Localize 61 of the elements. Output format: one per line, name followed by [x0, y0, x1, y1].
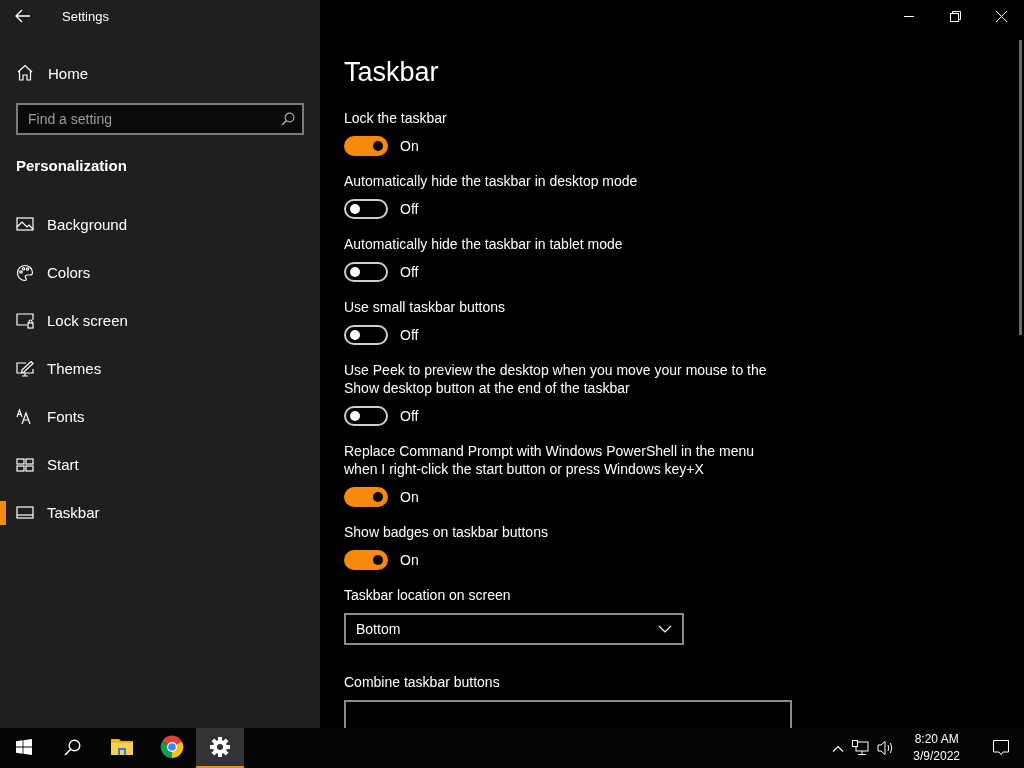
setting-label: Combine taskbar buttons: [344, 673, 501, 691]
tiles-icon: [16, 456, 34, 474]
network-icon[interactable]: [852, 740, 870, 756]
home-icon: [16, 64, 34, 82]
toggle-state-label: On: [400, 137, 419, 156]
toggle-switch[interactable]: [344, 550, 388, 570]
toggle-switch[interactable]: [344, 487, 388, 507]
nav-item[interactable]: Colors: [0, 249, 320, 297]
setting-label: Taskbar location on screen: [344, 586, 512, 604]
monitor-pen-icon: [16, 360, 34, 378]
toggle-switch[interactable]: [344, 406, 388, 426]
gear-icon: [210, 737, 230, 757]
restore-icon: [949, 10, 961, 22]
section-heading: Personalization: [16, 156, 127, 176]
toggle-state-label: Off: [400, 263, 419, 282]
setting-label: Automatically hide the taskbar in desktop mode: [344, 172, 639, 190]
clock[interactable]: 8:20 AM 3/9/2022: [909, 731, 964, 765]
setting-label: Automatically hide the taskbar in tablet mode: [344, 235, 624, 253]
chevron-up-icon[interactable]: [832, 744, 845, 752]
letters-icon: [16, 408, 34, 426]
nav-item[interactable]: Taskbar: [0, 489, 320, 537]
toggle-state-label: Off: [400, 200, 419, 219]
picture-frame-icon: [16, 216, 34, 234]
screen-lock-icon: [16, 312, 34, 330]
setting-label: Use small taskbar buttons: [344, 298, 507, 316]
folder-icon: [111, 738, 133, 756]
setting-label: Show badges on taskbar buttons: [344, 523, 549, 541]
setting-label: Replace Command Prompt with Windows PowerShell in the menu when I right-click the start button or press Windows key+X: [344, 442, 756, 478]
home-link[interactable]: Home: [0, 57, 100, 89]
chevron-down-icon: [658, 625, 672, 633]
search-icon: [281, 112, 295, 126]
windows-logo-icon: [16, 739, 32, 755]
toggle-state-label: Off: [400, 407, 419, 426]
scrollbar[interactable]: [1019, 40, 1022, 335]
dropdown[interactable]: Bottom: [344, 613, 684, 645]
search-field[interactable]: Find a setting: [16, 103, 304, 135]
setting-label: Use Peek to preview the desktop when you move your mouse to the Show desktop button at the end of the taskbar: [344, 361, 768, 397]
toggle-switch[interactable]: [344, 325, 388, 345]
taskbar-button[interactable]: [196, 728, 244, 768]
minimize-icon: [904, 15, 914, 17]
page-title: Taskbar: [344, 56, 439, 89]
nav-item[interactable]: Start: [0, 441, 320, 489]
toggle-switch[interactable]: [344, 199, 388, 219]
toggle-switch[interactable]: [344, 262, 388, 282]
toggle-state-label: On: [400, 488, 419, 507]
close-icon: [995, 10, 1007, 22]
back-arrow-icon: [15, 9, 31, 23]
setting-label: Lock the taskbar: [344, 109, 448, 127]
nav-item[interactable]: Lock screen: [0, 297, 320, 345]
search-icon: [63, 738, 81, 756]
window-title: Settings: [62, 8, 109, 24]
nav-item[interactable]: Themes: [0, 345, 320, 393]
toggle-switch[interactable]: [344, 136, 388, 156]
nav-item[interactable]: Fonts: [0, 393, 320, 441]
speech-bubble-icon: [993, 740, 1009, 756]
palette-icon: [16, 264, 34, 282]
taskbar-icon: [16, 504, 34, 522]
round-logo-icon: [160, 735, 184, 759]
toggle-state-label: On: [400, 551, 419, 570]
toggle-state-label: Off: [400, 326, 419, 345]
nav-item[interactable]: Background: [0, 201, 320, 249]
